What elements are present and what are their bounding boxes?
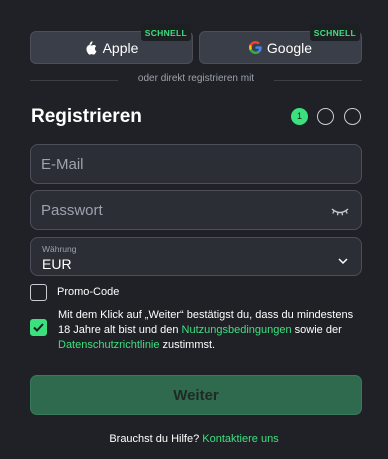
- currency-value: EUR: [42, 256, 72, 272]
- divider-line-right: [274, 80, 362, 81]
- promo-code-label[interactable]: Promo-Code: [57, 286, 119, 298]
- email-input[interactable]: [31, 145, 361, 183]
- step-2: [317, 108, 334, 125]
- eye-closed-icon[interactable]: [330, 204, 350, 218]
- apple-login-button[interactable]: Apple SCHNELL: [30, 24, 193, 64]
- continue-button[interactable]: Weiter: [30, 375, 362, 415]
- google-login-button[interactable]: Google SCHNELL: [199, 24, 362, 64]
- email-field: [30, 144, 362, 184]
- promo-code-checkbox[interactable]: [30, 283, 47, 301]
- promo-code-row: Promo-Code: [30, 283, 119, 301]
- currency-select[interactable]: Währung EUR: [30, 237, 362, 276]
- password-input[interactable]: [31, 191, 361, 229]
- social-login-row: Apple SCHNELL Google SCHNELL: [30, 24, 362, 64]
- help-row: Brauchst du Hilfe? Kontaktiere uns: [0, 433, 388, 445]
- chevron-down-icon: [338, 252, 348, 265]
- terms-of-use-link[interactable]: Nutzungsbedingungen: [182, 324, 292, 336]
- currency-label: Währung: [42, 244, 77, 254]
- contact-link[interactable]: Kontaktiere uns: [202, 433, 278, 445]
- terms-checkbox[interactable]: [30, 319, 47, 336]
- step-1-active: 1: [291, 108, 308, 125]
- page-title: Registrieren: [31, 106, 142, 127]
- terms-text: Mit dem Klick auf „Weiter“ bestätigst du…: [58, 308, 362, 353]
- fast-badge: SCHNELL: [140, 24, 191, 41]
- fast-badge: SCHNELL: [309, 24, 360, 41]
- step-3: [344, 108, 361, 125]
- registration-page: Apple SCHNELL Google SCHNELL oder direkt…: [0, 0, 388, 459]
- check-icon: [33, 323, 44, 332]
- password-field: [30, 190, 362, 230]
- apple-icon: [85, 40, 99, 55]
- terms-text-part-3: zustimmst.: [159, 339, 216, 351]
- google-icon: [249, 41, 263, 55]
- divider-text: oder direkt registrieren mit: [137, 73, 255, 84]
- terms-text-part-2: sowie der: [291, 324, 342, 336]
- or-divider: oder direkt registrieren mit: [30, 73, 362, 84]
- privacy-policy-link[interactable]: Datenschutzrichtlinie: [58, 339, 160, 351]
- apple-login-label: Apple: [102, 39, 139, 56]
- google-login-label: Google: [266, 39, 313, 56]
- help-text: Brauchst du Hilfe?: [109, 433, 203, 445]
